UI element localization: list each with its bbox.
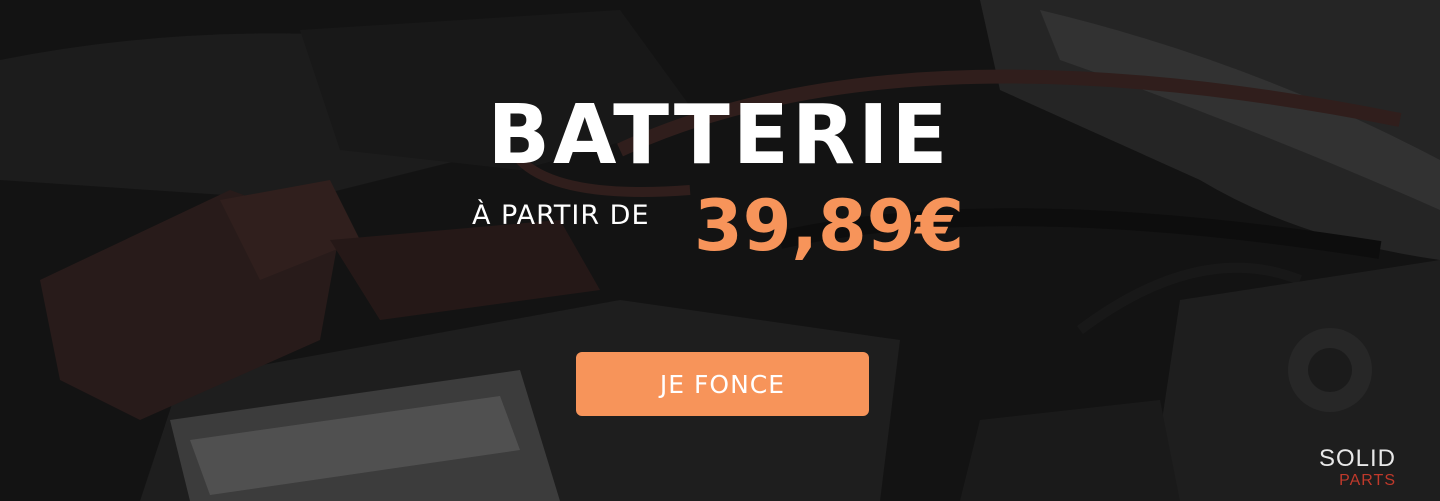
price-prefix-label: À PARTIR DE xyxy=(472,200,650,231)
je-fonce-button[interactable]: JE FONCE xyxy=(576,352,869,416)
promo-banner[interactable]: BATTERIE À PARTIR DE 39,89€ JE FONCE SOL… xyxy=(0,0,1440,501)
logo-text-solid: SOLID xyxy=(1318,445,1396,472)
logo-text-parts: PARTS xyxy=(1339,472,1396,489)
price-value: 39,89€ xyxy=(694,185,965,267)
solid-parts-logo[interactable]: SOLID PARTS xyxy=(1319,447,1396,489)
banner-title: BATTERIE xyxy=(487,88,951,183)
